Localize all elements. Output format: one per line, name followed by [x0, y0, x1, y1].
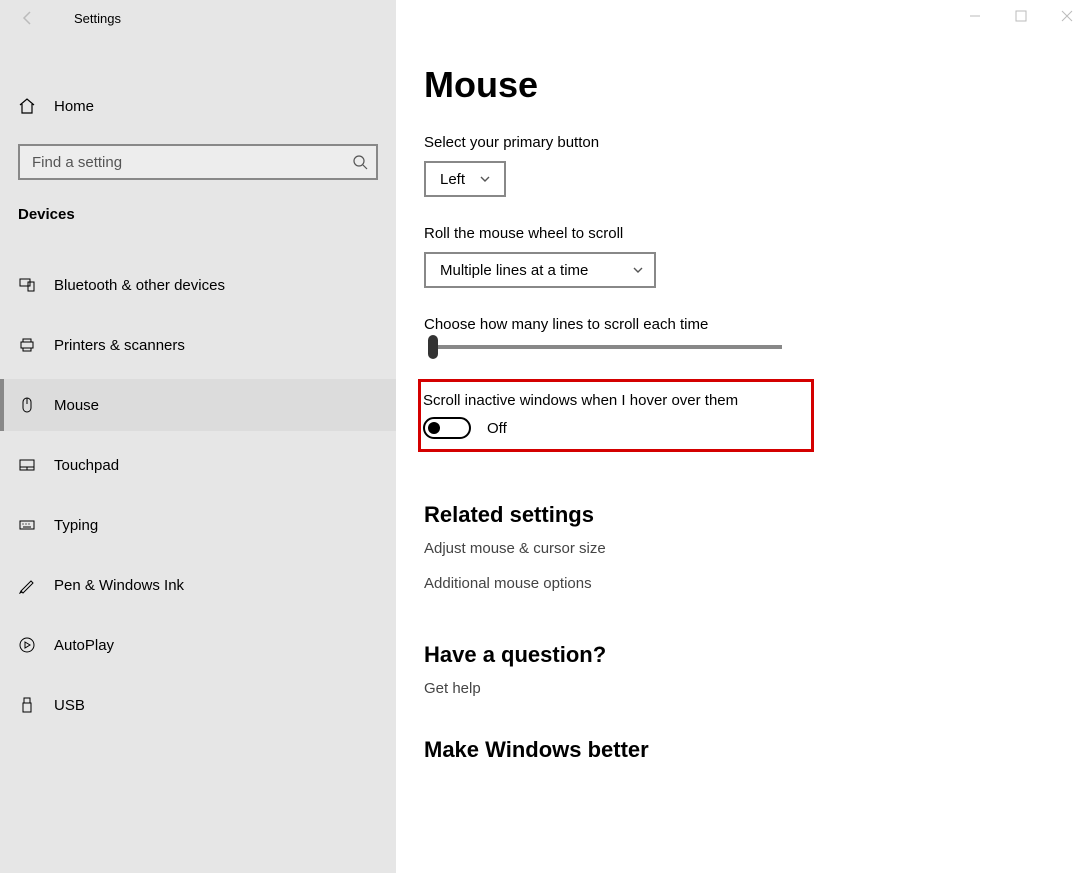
related-link-mouse-options[interactable]: Additional mouse options: [424, 575, 1062, 592]
home-icon: [18, 97, 40, 115]
primary-button-select[interactable]: Left: [424, 161, 506, 197]
usb-icon: [18, 696, 40, 714]
question-title: Have a question?: [424, 642, 1062, 668]
sidebar-item-bluetooth[interactable]: Bluetooth & other devices: [0, 259, 396, 311]
sidebar-item-autoplay[interactable]: AutoPlay: [0, 619, 396, 671]
sidebar-item-pen[interactable]: Pen & Windows Ink: [0, 559, 396, 611]
sidebar-item-label: USB: [54, 697, 85, 714]
sidebar-item-label: Touchpad: [54, 457, 119, 474]
close-button[interactable]: [1044, 0, 1090, 32]
sidebar-item-label: Bluetooth & other devices: [54, 277, 225, 294]
home-nav[interactable]: Home: [0, 86, 396, 126]
scroll-inactive-toggle[interactable]: [423, 417, 471, 439]
app-title: Settings: [74, 11, 121, 26]
main-content: Mouse Select your primary button Left Ro…: [396, 0, 1090, 873]
page-title: Mouse: [424, 64, 1062, 106]
back-icon[interactable]: [10, 10, 46, 26]
autoplay-icon: [18, 636, 40, 654]
printer-icon: [18, 336, 40, 354]
search-field[interactable]: [30, 153, 352, 172]
keyboard-icon: [18, 516, 40, 534]
wheel-scroll-select[interactable]: Multiple lines at a time: [424, 252, 656, 288]
touchpad-icon: [18, 456, 40, 474]
scroll-inactive-label: Scroll inactive windows when I hover ove…: [423, 392, 801, 409]
sidebar-item-touchpad[interactable]: Touchpad: [0, 439, 396, 491]
sidebar-item-printers[interactable]: Printers & scanners: [0, 319, 396, 371]
wheel-scroll-label: Roll the mouse wheel to scroll: [424, 225, 1062, 242]
home-label: Home: [54, 98, 94, 115]
search-input[interactable]: [18, 144, 378, 180]
wheel-scroll-value: Multiple lines at a time: [440, 262, 588, 279]
nav-list: Bluetooth & other devices Printers & sca…: [0, 259, 396, 739]
minimize-button[interactable]: [952, 0, 998, 32]
slider-thumb[interactable]: [428, 335, 438, 359]
primary-button-value: Left: [440, 171, 465, 188]
sidebar-item-label: AutoPlay: [54, 637, 114, 654]
highlight-annotation: Scroll inactive windows when I hover ove…: [418, 379, 814, 452]
window-caption-buttons: [952, 0, 1090, 32]
related-settings-title: Related settings: [424, 502, 1062, 528]
lines-scroll-label: Choose how many lines to scroll each tim…: [424, 316, 1062, 333]
devices-icon: [18, 276, 40, 294]
related-link-cursor-size[interactable]: Adjust mouse & cursor size: [424, 540, 1062, 557]
sidebar-item-label: Mouse: [54, 397, 99, 414]
sidebar-item-typing[interactable]: Typing: [0, 499, 396, 551]
sidebar-item-label: Typing: [54, 517, 98, 534]
chevron-down-icon: [632, 264, 644, 276]
sidebar-item-label: Printers & scanners: [54, 337, 185, 354]
sidebar-item-usb[interactable]: USB: [0, 679, 396, 731]
search-icon: [352, 154, 368, 170]
toggle-knob: [428, 422, 440, 434]
maximize-button[interactable]: [998, 0, 1044, 32]
section-label: Devices: [0, 206, 396, 223]
chevron-down-icon: [479, 173, 491, 185]
sidebar-item-mouse[interactable]: Mouse: [0, 379, 396, 431]
improve-title: Make Windows better: [424, 737, 1062, 763]
pen-icon: [18, 576, 40, 594]
sidebar: Settings Home Devices Bluetooth & oth: [0, 0, 396, 873]
primary-button-label: Select your primary button: [424, 134, 1062, 151]
scroll-inactive-state: Off: [487, 420, 507, 437]
sidebar-item-label: Pen & Windows Ink: [54, 577, 184, 594]
get-help-link[interactable]: Get help: [424, 680, 1062, 697]
titlebar: Settings: [0, 0, 396, 36]
mouse-icon: [18, 396, 40, 414]
lines-scroll-slider[interactable]: [432, 345, 782, 349]
